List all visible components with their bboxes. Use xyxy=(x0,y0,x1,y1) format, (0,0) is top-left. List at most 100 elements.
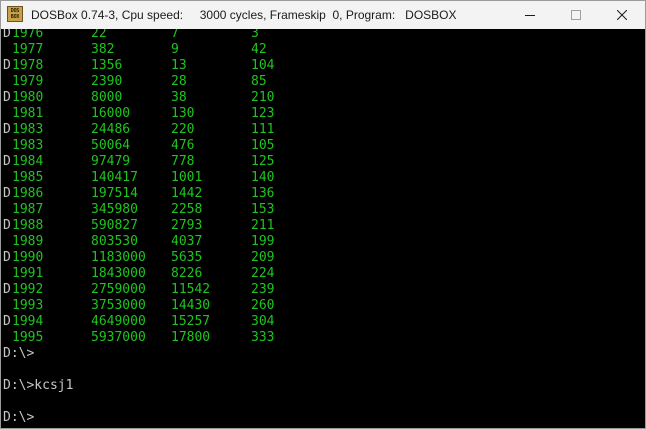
table-row: 1995 5937000 17800 333 xyxy=(3,330,274,346)
table-row: 1985 140417 1001 140 xyxy=(3,170,274,186)
current-prompt-line[interactable]: D:\> xyxy=(3,410,34,426)
year-cell: 1989 xyxy=(12,234,44,249)
column-b-cell: 2759000 xyxy=(91,282,146,297)
column-d-cell: 123 xyxy=(251,106,275,121)
column-c-cell: 28 xyxy=(171,74,187,89)
column-c-cell: 2258 xyxy=(171,202,203,217)
column-d-cell: 125 xyxy=(251,154,275,169)
column-c-cell: 5635 xyxy=(171,250,203,265)
year-cell: 1979 xyxy=(12,74,44,89)
drive-prefix: D xyxy=(3,218,11,233)
column-d-cell: 211 xyxy=(251,218,275,233)
table-row: D 1988 590827 2793 211 xyxy=(3,218,274,234)
column-d-cell: 224 xyxy=(251,266,275,281)
column-b-cell: 22 xyxy=(91,29,107,41)
table-row: 1989 803530 4037 199 xyxy=(3,234,274,250)
year-cell: 1978 xyxy=(12,58,44,73)
table-row: D 1976 22 7 3 xyxy=(3,29,259,42)
column-c-cell: 2793 xyxy=(171,218,203,233)
column-b-cell: 345980 xyxy=(91,202,138,217)
table-row: 1979 2390 28 85 xyxy=(3,74,267,90)
column-c-cell: 476 xyxy=(171,138,195,153)
minimize-icon xyxy=(525,15,535,16)
year-cell: 1990 xyxy=(12,250,44,265)
column-d-cell: 85 xyxy=(251,74,267,89)
table-row: 1987 345980 2258 153 xyxy=(3,202,274,218)
prompt-line: D:\> xyxy=(3,346,35,361)
table-row: 1983 50064 476 105 xyxy=(3,138,274,154)
column-c-cell: 130 xyxy=(171,106,195,121)
drive-prefix: D xyxy=(3,314,11,329)
year-cell: 1976 xyxy=(12,29,44,41)
column-b-cell: 140417 xyxy=(91,170,138,185)
column-b-cell: 590827 xyxy=(91,218,138,233)
column-d-cell: 199 xyxy=(251,234,275,249)
dosbox-app-icon[interactable]: DOS BOX xyxy=(7,6,23,22)
table-row: D 1992 2759000 11542 239 xyxy=(3,282,274,298)
column-d-cell: 3 xyxy=(251,29,259,41)
column-c-cell: 4037 xyxy=(171,234,203,249)
drive-prefix: D xyxy=(3,29,11,41)
drive-prefix: D xyxy=(3,154,11,169)
column-d-cell: 209 xyxy=(251,250,275,265)
year-cell: 1983 xyxy=(12,122,44,137)
table-row: D 1990 1183000 5635 209 xyxy=(3,250,274,266)
column-b-cell: 3753000 xyxy=(91,298,146,313)
column-c-cell: 1442 xyxy=(171,186,203,201)
column-b-cell: 1356 xyxy=(91,58,123,73)
table-row: D 1980 8000 38 210 xyxy=(3,90,274,106)
title-bar[interactable]: DOS BOX DOSBox 0.74-3, Cpu speed: 3000 c… xyxy=(1,1,645,29)
column-b-cell: 50064 xyxy=(91,138,131,153)
column-b-cell: 24486 xyxy=(91,122,131,137)
column-d-cell: 153 xyxy=(251,202,275,217)
window-title: DOSBox 0.74-3, Cpu speed: 3000 cycles, F… xyxy=(31,8,457,22)
column-c-cell: 11542 xyxy=(171,282,211,297)
column-c-cell: 15257 xyxy=(171,314,211,329)
column-d-cell: 140 xyxy=(251,170,275,185)
maximize-button[interactable] xyxy=(553,1,599,29)
close-icon xyxy=(617,10,627,20)
column-c-cell: 220 xyxy=(171,122,195,137)
column-b-cell: 2390 xyxy=(91,74,123,89)
column-b-cell: 1843000 xyxy=(91,266,146,281)
year-cell: 1981 xyxy=(12,106,44,121)
year-cell: 1995 xyxy=(12,330,44,345)
column-d-cell: 111 xyxy=(251,122,275,137)
column-d-cell: 210 xyxy=(251,90,275,105)
year-cell: 1986 xyxy=(12,186,44,201)
column-c-cell: 8226 xyxy=(171,266,203,281)
column-b-cell: 197514 xyxy=(91,186,138,201)
column-c-cell: 14430 xyxy=(171,298,211,313)
column-b-cell: 5937000 xyxy=(91,330,146,345)
column-c-cell: 38 xyxy=(171,90,187,105)
year-cell: 1994 xyxy=(12,314,44,329)
column-d-cell: 136 xyxy=(251,186,275,201)
close-button[interactable] xyxy=(599,1,645,29)
minimize-button[interactable] xyxy=(507,1,553,29)
dos-terminal[interactable]: D 1976 22 7 3 1977 382 9 42 D 1978 1356 13 104 1979 239… xyxy=(1,29,645,428)
drive-prefix: D xyxy=(3,282,11,297)
year-cell: 1991 xyxy=(12,266,44,281)
column-c-cell: 1001 xyxy=(171,170,203,185)
column-b-cell: 1183000 xyxy=(91,250,146,265)
column-c-cell: 13 xyxy=(171,58,187,73)
drive-prefix: D xyxy=(3,250,11,265)
column-d-cell: 105 xyxy=(251,138,275,153)
year-cell: 1992 xyxy=(12,282,44,297)
drive-prefix: D xyxy=(3,58,11,73)
year-cell: 1988 xyxy=(12,218,44,233)
column-b-cell: 4649000 xyxy=(91,314,146,329)
table-row: 1981 16000 130 123 xyxy=(3,106,274,122)
maximize-icon xyxy=(571,10,581,20)
table-row: 1991 1843000 8226 224 xyxy=(3,266,274,282)
dosbox-window: DOS BOX DOSBox 0.74-3, Cpu speed: 3000 c… xyxy=(0,0,646,429)
column-d-cell: 304 xyxy=(251,314,275,329)
column-b-cell: 16000 xyxy=(91,106,131,121)
table-row: D 1984 97479 778 125 xyxy=(3,154,274,170)
column-c-cell: 17800 xyxy=(171,330,211,345)
table-row: D 1978 1356 13 104 xyxy=(3,58,274,74)
drive-prefix: D xyxy=(3,122,11,137)
column-c-cell: 778 xyxy=(171,154,195,169)
column-d-cell: 104 xyxy=(251,58,275,73)
table-row: D 1986 197514 1442 136 xyxy=(3,186,274,202)
